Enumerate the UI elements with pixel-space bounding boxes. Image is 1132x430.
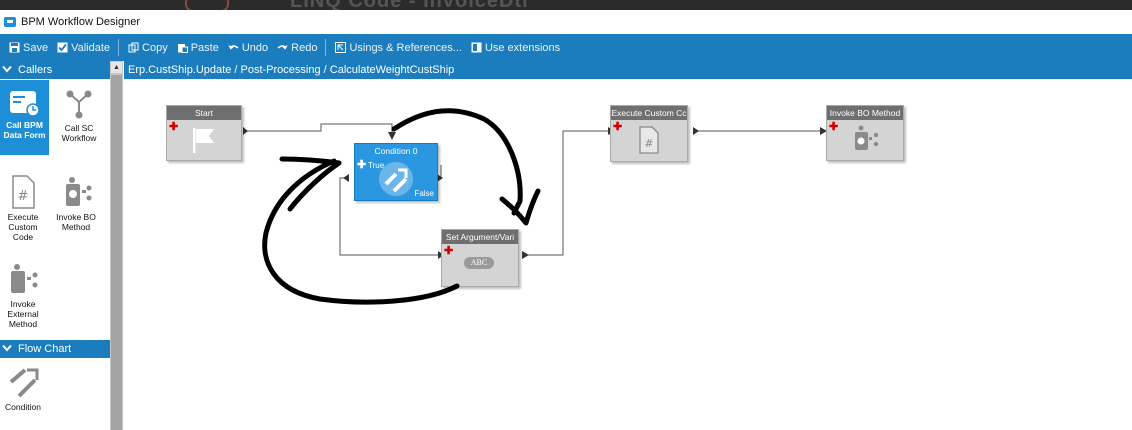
use-extensions-button[interactable]: Use extensions (471, 42, 560, 54)
annotation-arc-left (262, 158, 460, 305)
use-extensions-label: Use extensions (484, 41, 561, 54)
undo-icon (228, 42, 239, 53)
tool-call-bpm-data-form[interactable]: Call BPM Data Form (0, 80, 49, 155)
tool-label: Call SC Workflow (61, 123, 97, 143)
custom-code-icon: # (9, 174, 37, 210)
tool-condition[interactable]: Condition (0, 366, 46, 426)
title-bar: BPM Workflow Designer (0, 10, 1132, 34)
copy-button[interactable]: Copy (128, 42, 168, 54)
redo-icon (277, 42, 288, 53)
save-button[interactable]: Save (9, 42, 48, 54)
app-icon (4, 17, 16, 27)
copy-label: Copy (142, 41, 168, 54)
usings-references-label: Usings & References... (349, 41, 462, 54)
toolbar-separator (118, 39, 120, 56)
tool-invoke-bo-method[interactable]: Invoke BO Method (51, 174, 101, 244)
bo-method-icon (58, 174, 94, 210)
tool-call-sc-workflow[interactable]: Call SC Workflow (54, 85, 104, 155)
workflow-canvas[interactable]: Erp.CustShip.Update / Post-Processing / … (124, 61, 1132, 430)
tool-execute-custom-code[interactable]: # Execute Custom Code (0, 174, 46, 249)
paste-button[interactable]: Paste (177, 42, 219, 54)
tool-palette: Callers Call BPM Data Form Call SC Workf… (0, 61, 110, 430)
chevron-down-icon (2, 344, 14, 355)
undo-label: Undo (241, 41, 269, 54)
chevron-down-icon (2, 65, 14, 76)
background-window-graphic (185, 0, 229, 10)
flowchart-header-label: Flow Chart (18, 343, 72, 355)
tool-label: Invoke BO Method (56, 212, 96, 232)
tool-label: Condition (5, 402, 41, 412)
save-icon (9, 42, 20, 53)
validate-button[interactable]: Validate (57, 42, 110, 54)
paste-label: Paste (190, 41, 219, 54)
data-form-icon (8, 88, 42, 118)
background-window-strip: LINQ Code - InvoiceDtl (0, 0, 1132, 10)
redo-label: Redo (291, 41, 318, 54)
extensions-icon (471, 42, 482, 53)
toolbar: Save Validate Copy Paste Undo Redo Using… (0, 34, 1132, 61)
paste-icon (177, 42, 188, 53)
condition-icon (5, 366, 41, 400)
tool-label: Execute Custom Code (7, 212, 39, 242)
tool-label: Invoke External Method (7, 299, 39, 329)
scroll-up-arrow-icon[interactable]: ▲ (111, 62, 122, 73)
save-label: Save (23, 41, 49, 54)
window-title: BPM Workflow Designer (21, 16, 140, 28)
tool-invoke-external-method[interactable]: Invoke External Method (0, 261, 46, 336)
annotation-arrowhead-left (279, 156, 342, 212)
callers-header-label: Callers (18, 64, 53, 76)
references-icon (335, 42, 347, 53)
validate-label: Validate (71, 41, 111, 54)
callers-header[interactable]: Callers (0, 61, 110, 79)
tool-label: Call BPM Data Form (3, 120, 46, 140)
svg-text:#: # (18, 189, 29, 204)
undo-button[interactable]: Undo (228, 42, 268, 54)
palette-scrollbar[interactable]: ▲ (110, 61, 123, 430)
hand-drawn-annotation (262, 108, 541, 305)
background-window-title: LINQ Code - InvoiceDtl (290, 0, 529, 10)
flowchart-header[interactable]: Flow Chart (0, 340, 110, 358)
checkbox-icon (57, 42, 68, 53)
copy-icon (128, 42, 139, 53)
usings-references-button[interactable]: Usings & References... (335, 42, 462, 54)
redo-button[interactable]: Redo (277, 42, 317, 54)
external-method-icon (5, 261, 41, 297)
workflow-icon (61, 85, 97, 121)
toolbar-separator (325, 39, 327, 56)
scrollbar-thumb[interactable] (111, 75, 122, 430)
